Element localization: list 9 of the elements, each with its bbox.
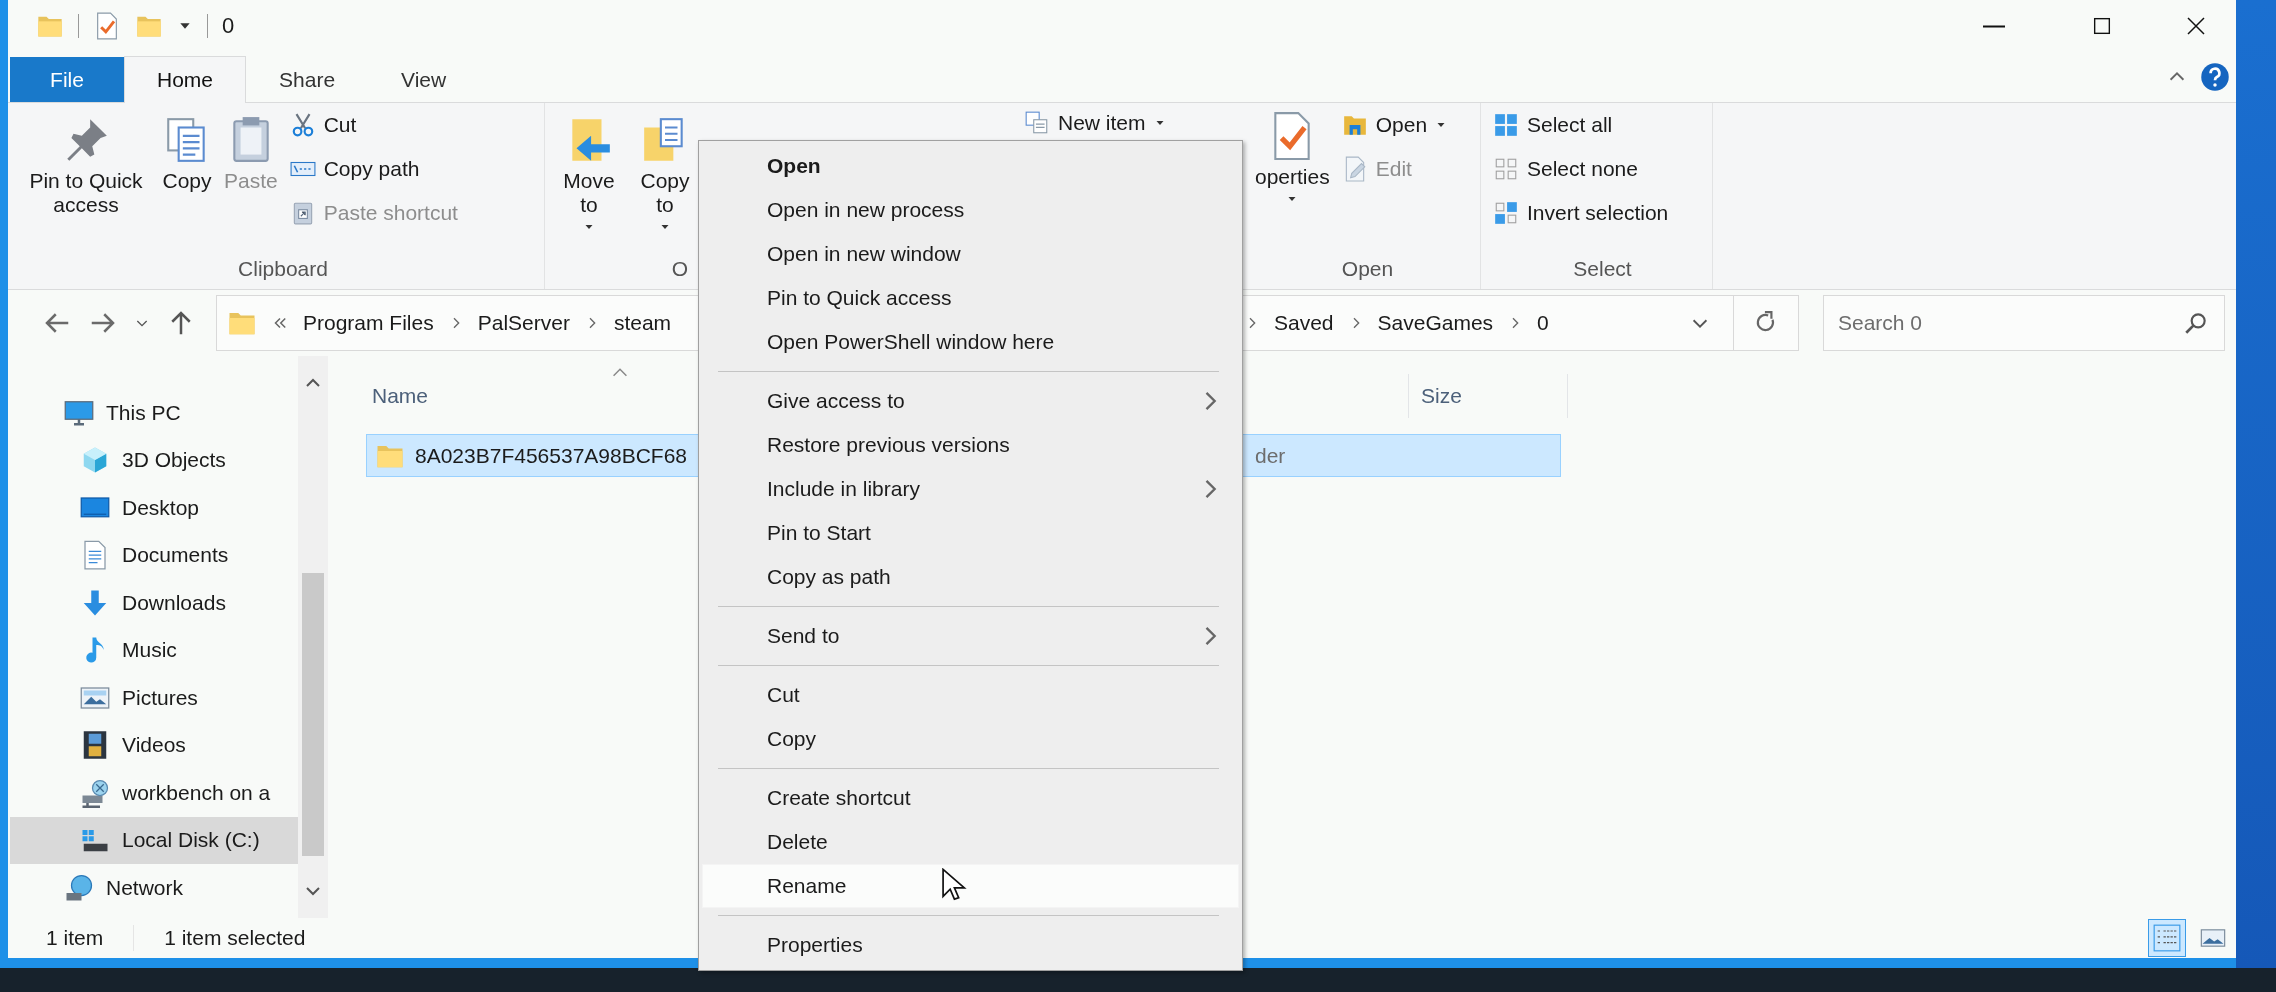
window-title: 0 xyxy=(222,13,235,39)
item-count: 1 item xyxy=(46,926,104,950)
file-name: 8A023B7F456537A98BCF68 xyxy=(415,443,688,468)
group-label: Clipboard xyxy=(238,257,328,281)
selection-count: 1 item selected xyxy=(164,926,306,950)
group-label: Open xyxy=(1341,257,1394,281)
group-label: Select xyxy=(1573,257,1632,281)
group-label: O xyxy=(671,257,688,281)
file-type: der xyxy=(1255,443,1286,468)
